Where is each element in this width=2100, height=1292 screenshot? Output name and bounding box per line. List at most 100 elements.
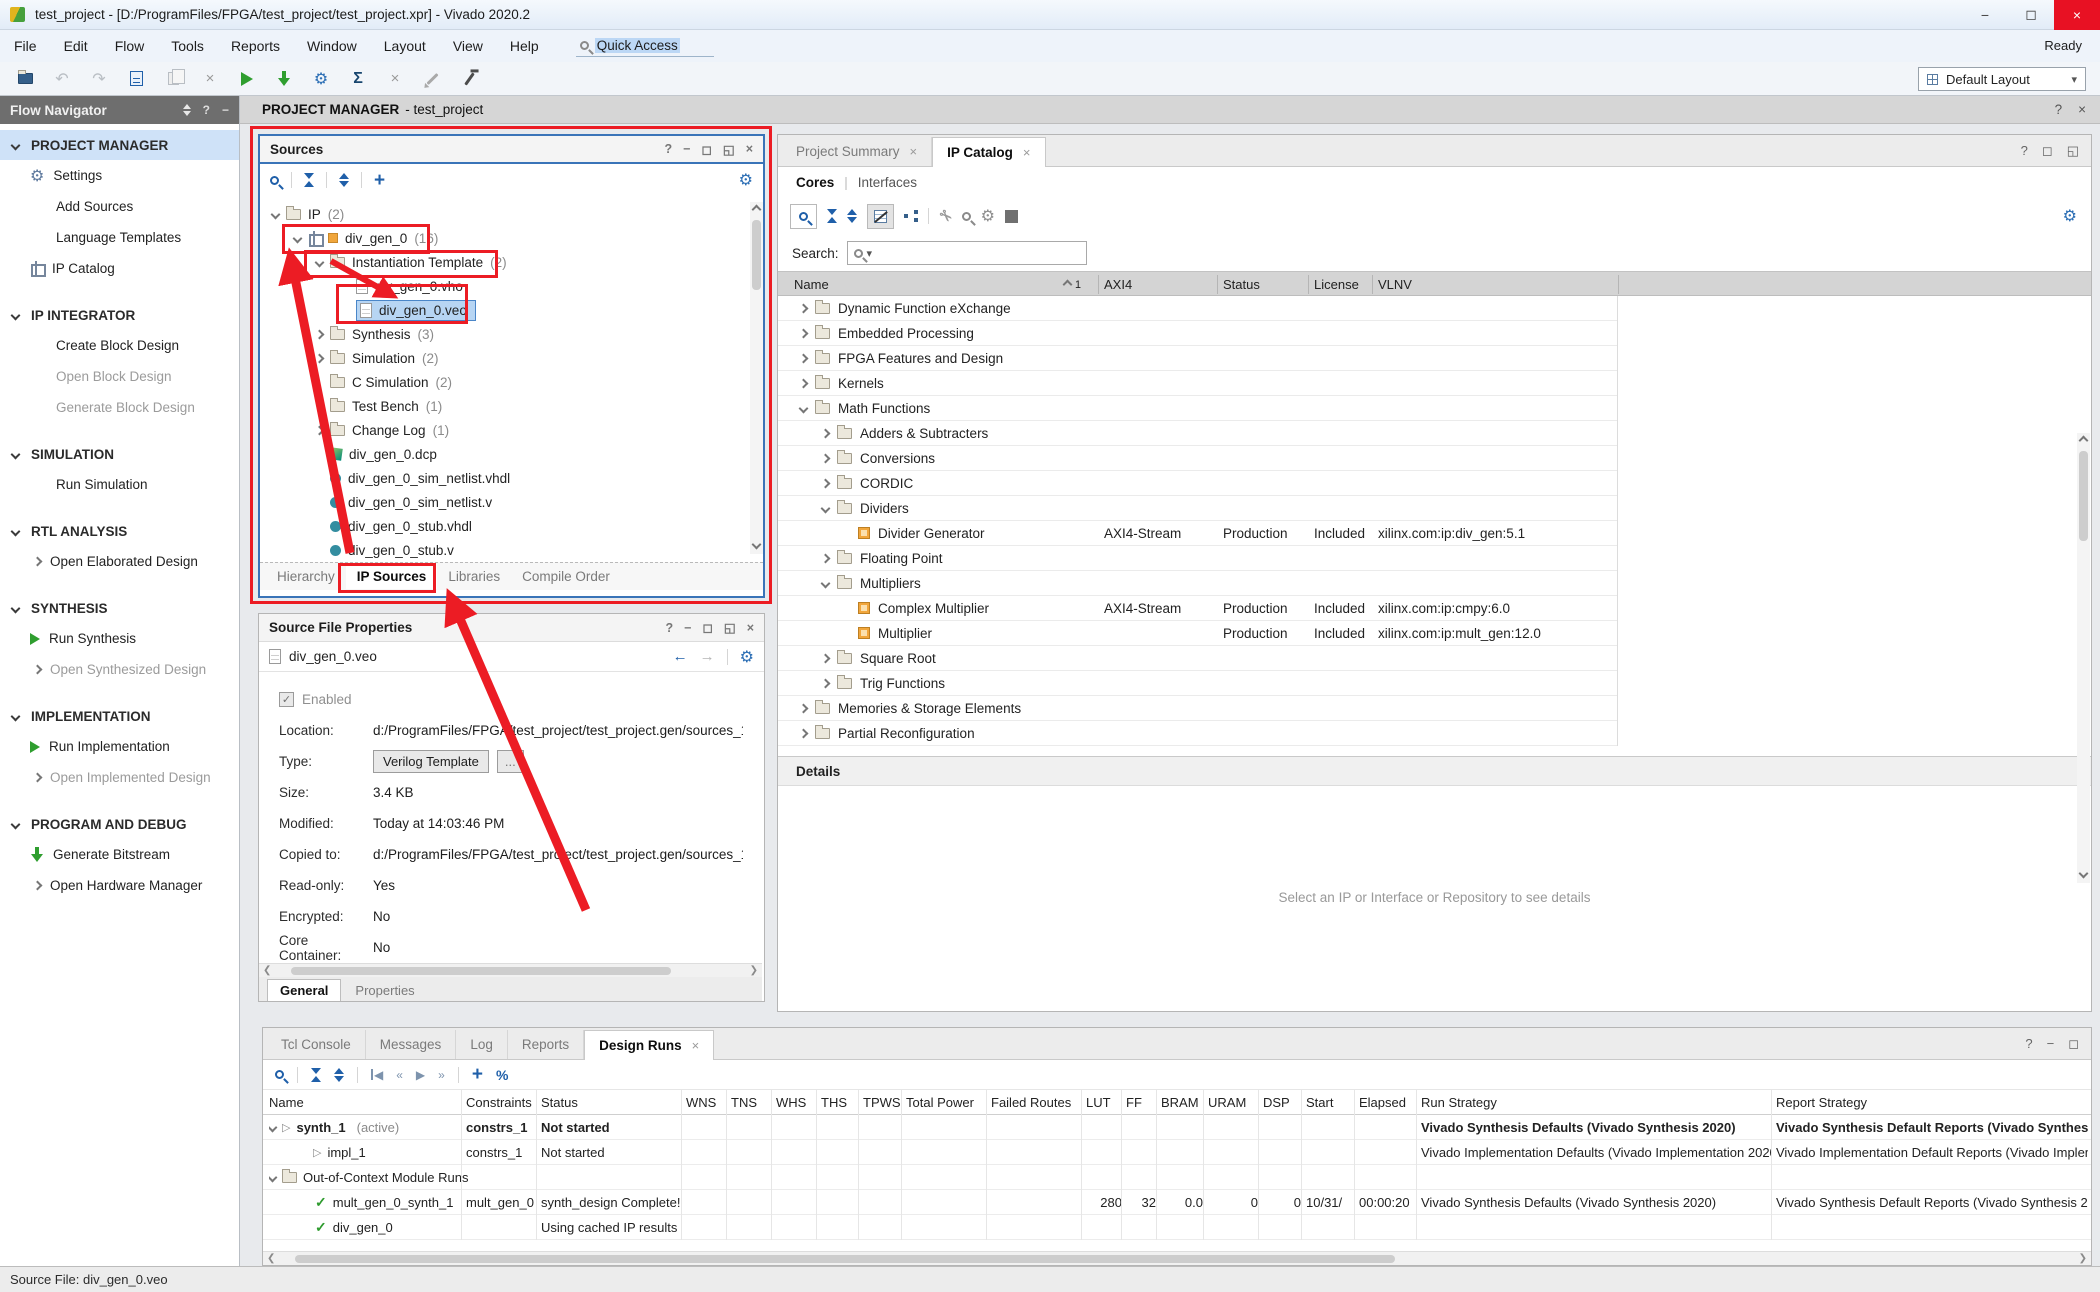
scrollbar-thumb[interactable]	[291, 967, 671, 975]
sidebar-item-run-implementation[interactable]: Run Implementation	[0, 731, 239, 762]
tab-design-runs[interactable]: Design Runs×	[584, 1030, 714, 1060]
chevron-right-icon[interactable]	[821, 428, 831, 438]
sidebar-item-open-hardware-manager[interactable]: Open Hardware Manager	[0, 870, 239, 901]
delete-icon[interactable]: ×	[199, 68, 221, 90]
catalog-row-memories[interactable]: Memories & Storage Elements	[778, 696, 1617, 721]
menu-edit[interactable]: Edit	[64, 38, 88, 54]
enabled-checkbox[interactable]: ✓	[279, 692, 294, 707]
close-panel-icon[interactable]: ×	[746, 142, 753, 156]
scroll-up-icon[interactable]	[752, 205, 762, 215]
sidebar-item-open-synthesized-design[interactable]: Open Synthesized Design	[0, 654, 239, 685]
sidebar-item-settings[interactable]: ⚙Settings	[0, 160, 239, 191]
chevron-right-icon[interactable]	[33, 881, 43, 891]
column-wns[interactable]: WNS	[686, 1090, 726, 1115]
close-panel-icon[interactable]: ×	[747, 621, 754, 635]
expand-all-icon[interactable]	[334, 1068, 344, 1082]
minimize-panel-icon[interactable]: −	[2047, 1036, 2055, 1052]
minimize-panel-icon[interactable]: −	[684, 621, 691, 635]
column-ths[interactable]: THS	[821, 1090, 858, 1115]
search-icon[interactable]	[275, 1070, 284, 1079]
tab-general[interactable]: General	[267, 979, 341, 1001]
chevron-down-icon[interactable]	[821, 503, 831, 513]
tab-libraries[interactable]: Libraries	[437, 564, 511, 589]
create-run-icon[interactable]: +	[472, 1065, 483, 1084]
scrollbar-thumb[interactable]	[752, 220, 761, 290]
collapse-all-icon[interactable]	[304, 173, 314, 187]
close-tab-icon[interactable]: ×	[1023, 145, 1031, 160]
sidebar-item-run-simulation[interactable]: Run Simulation	[0, 469, 239, 500]
menu-layout[interactable]: Layout	[384, 38, 426, 54]
sources-scrollbar[interactable]	[750, 202, 763, 554]
sidebar-item-program-and-debug[interactable]: PROGRAM AND DEBUG	[0, 809, 239, 839]
sidebar-item-run-synthesis[interactable]: Run Synthesis	[0, 623, 239, 654]
run-row-div-gen-0[interactable]: ✓div_gen_0 Using cached IP results	[263, 1215, 2091, 1240]
catalog-row-partial-reconfiguration[interactable]: Partial Reconfiguration	[778, 721, 1617, 746]
forward-arrow-icon[interactable]: →	[700, 648, 715, 665]
collapse-all-icon[interactable]	[311, 1068, 321, 1082]
column-name[interactable]: Name	[269, 1090, 459, 1115]
catalog-row-adders[interactable]: Adders & Subtracters	[778, 421, 1617, 446]
column-status[interactable]: Status	[1223, 272, 1260, 297]
tree-item-stub-vhdl[interactable]: div_gen_0_stub.vhdl	[260, 514, 763, 538]
catalog-row-dividers[interactable]: Dividers	[778, 496, 1617, 521]
column-total-power[interactable]: Total Power	[906, 1090, 986, 1115]
chevron-down-icon[interactable]	[269, 1173, 277, 1183]
tab-log[interactable]: Log	[456, 1030, 508, 1059]
column-report-strategy[interactable]: Report Strategy	[1776, 1090, 2088, 1115]
minimize-panel-icon[interactable]: −	[683, 142, 690, 156]
sidebar-item-simulation[interactable]: SIMULATION	[0, 439, 239, 469]
license-key-icon[interactable]	[962, 212, 971, 221]
tree-item-synthesis[interactable]: Synthesis(3)	[260, 322, 763, 346]
catalog-row-multipliers[interactable]: Multipliers	[778, 571, 1617, 596]
gear-icon[interactable]: ⚙	[739, 172, 753, 188]
chevron-right-icon[interactable]	[33, 557, 43, 567]
float-panel-icon[interactable]: ◱	[2067, 143, 2079, 159]
chevron-down-icon[interactable]	[315, 257, 325, 267]
column-whs[interactable]: WHS	[776, 1090, 816, 1115]
menu-view[interactable]: View	[453, 38, 483, 54]
redo-icon[interactable]: ↷	[88, 68, 110, 90]
tree-item-sim-netlist-v[interactable]: div_gen_0_sim_netlist.v	[260, 490, 763, 514]
chevron-right-icon[interactable]	[799, 303, 809, 313]
scroll-down-icon[interactable]	[752, 540, 762, 550]
column-start[interactable]: Start	[1306, 1090, 1354, 1115]
maximize-panel-icon[interactable]: ◻	[701, 142, 711, 157]
type-button[interactable]: Verilog Template	[373, 750, 489, 773]
column-tns[interactable]: TNS	[731, 1090, 771, 1115]
tab-messages[interactable]: Messages	[366, 1030, 457, 1059]
close-tab-icon[interactable]: ×	[910, 144, 918, 159]
scroll-right-icon[interactable]: ❯	[2075, 1253, 2091, 1264]
chevron-down-icon[interactable]	[293, 233, 303, 243]
layout-selector[interactable]: Default Layout ▾	[1918, 67, 2086, 91]
scroll-left-icon[interactable]: ❮	[259, 965, 275, 976]
sidebar-item-open-block-design[interactable]: Open Block Design	[0, 361, 239, 392]
add-sources-icon[interactable]: +	[374, 171, 385, 190]
sort-indicator[interactable]: 1	[1064, 272, 1081, 297]
close-tab-icon[interactable]: ×	[692, 1038, 700, 1053]
undo-icon[interactable]: ↶	[51, 68, 73, 90]
chevron-right-icon[interactable]	[33, 773, 43, 783]
menu-file[interactable]: File	[14, 38, 37, 54]
catalog-row-kernels[interactable]: Kernels	[778, 371, 1617, 396]
collapse-all-icon[interactable]	[827, 209, 837, 223]
column-ff[interactable]: FF	[1126, 1090, 1156, 1115]
tree-item-sim-netlist-vhdl[interactable]: div_gen_0_sim_netlist.vhdl	[260, 466, 763, 490]
minimize-button[interactable]: −	[1962, 0, 2008, 30]
menu-help[interactable]: Help	[510, 38, 539, 54]
catalog-row-trig-functions[interactable]: Trig Functions	[778, 671, 1617, 696]
maximize-panel-icon[interactable]: ◻	[2068, 1036, 2079, 1052]
search-icon[interactable]	[270, 176, 279, 185]
chevron-right-icon[interactable]	[821, 678, 831, 688]
tree-item-div-gen-0-dcp[interactable]: div_gen_0.dcp	[260, 442, 763, 466]
subtab-cores[interactable]: Cores	[796, 175, 834, 190]
first-run-icon[interactable]: ◀	[371, 1069, 383, 1081]
maximize-panel-icon[interactable]: ◻	[702, 620, 712, 635]
tab-compile-order[interactable]: Compile Order	[511, 564, 621, 589]
tree-item-c-simulation[interactable]: C Simulation(2)	[260, 370, 763, 394]
tree-item-simulation[interactable]: Simulation(2)	[260, 346, 763, 370]
maximize-panel-icon[interactable]: ◻	[2042, 143, 2053, 159]
column-constraints[interactable]: Constraints	[466, 1090, 536, 1115]
expand-all-icon[interactable]	[183, 104, 191, 116]
minimize-panel-icon[interactable]: −	[222, 103, 229, 117]
save-icon[interactable]	[125, 68, 147, 90]
